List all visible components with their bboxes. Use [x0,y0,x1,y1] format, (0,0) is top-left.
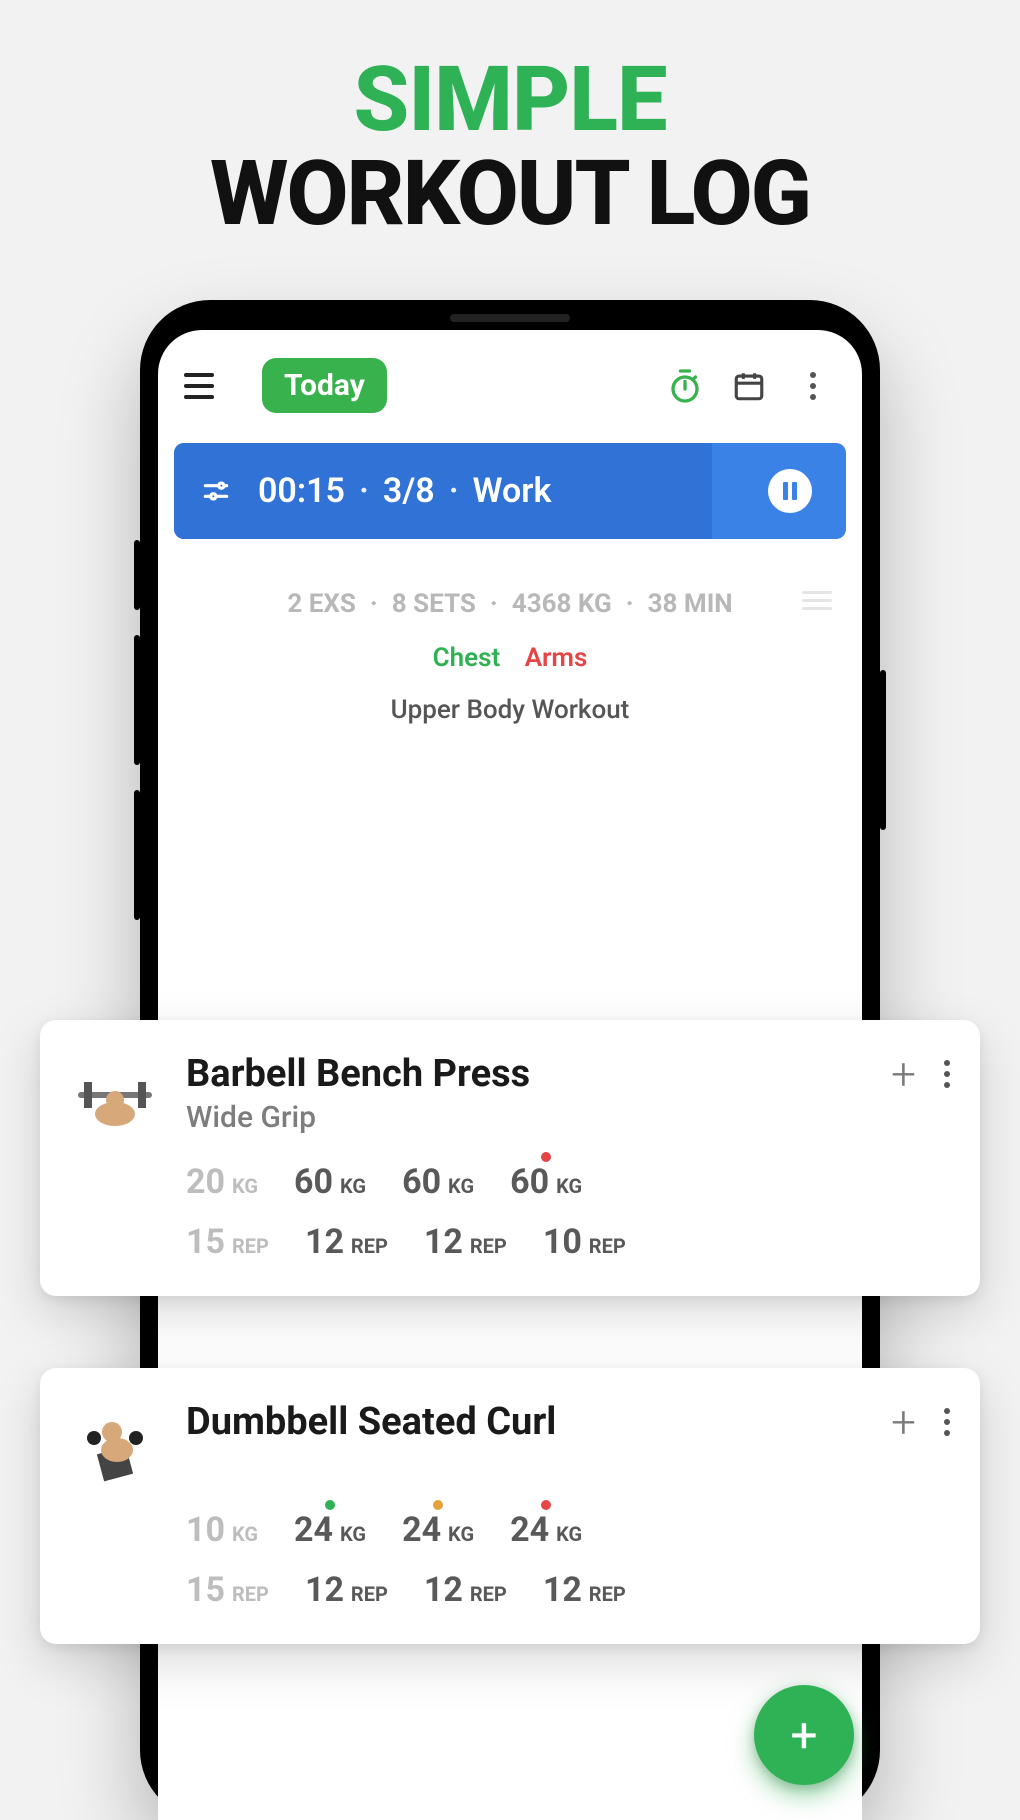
tag-arms: Arms [525,643,588,673]
routine-name: Upper Body Workout [158,695,862,725]
summary-duration: 38 MIN [648,589,733,619]
timer-phase: Work [473,471,552,511]
summary-volume: 4368 KG [512,589,612,619]
phone-side-button [134,540,140,610]
exercise-name: Dumbbell Seated Curl [186,1400,556,1444]
phone-side-button [134,790,140,920]
sliders-icon[interactable] [200,475,232,507]
more-icon[interactable] [944,1060,950,1088]
phone-side-button [880,670,886,830]
sets-row-reps: 15 REP 12 REP 12 REP 12 REP [186,1570,950,1610]
add-exercise-fab[interactable]: + [754,1685,854,1785]
tag-chest: Chest [433,643,501,673]
summary-exs: 2 EXS [287,589,356,619]
exercise-thumbnail [70,1052,160,1142]
summary-sets: 8 SETS [392,589,476,619]
phone-speaker [450,314,570,322]
headline-line1: SIMPLE [0,55,1020,145]
exercise-card[interactable]: Barbell Bench Press Wide Grip + 20 KG 60… [40,1020,980,1296]
pr-marker-icon [325,1500,335,1510]
pr-marker-icon [433,1500,443,1510]
marketing-headline: SIMPLE WORKOUT LOG [0,0,1020,239]
add-set-button[interactable]: + [891,1052,916,1096]
exercise-variant: Wide Grip [186,1100,530,1135]
drag-handle-icon[interactable] [802,591,832,610]
sets-row-reps: 15 REP 12 REP 12 REP 10 REP [186,1222,950,1262]
menu-button[interactable] [184,366,224,406]
sets-row-weight: 20 KG 60 KG 60 KG 60 KG [186,1162,950,1202]
more-icon[interactable] [944,1408,950,1436]
exercise-card[interactable]: Dumbbell Seated Curl + 10 KG 24 KG 24 KG… [40,1368,980,1644]
more-icon[interactable] [790,363,836,409]
exercise-name: Barbell Bench Press [186,1052,530,1096]
calendar-icon[interactable] [726,363,772,409]
today-button[interactable]: Today [262,358,387,413]
exercise-thumbnail [70,1400,160,1490]
add-set-button[interactable]: + [891,1400,916,1444]
interval-timer-bar[interactable]: 00:15 · 3/8 · Work [174,443,846,539]
pause-button[interactable] [768,469,812,513]
timer-round: 3/8 [383,471,435,511]
stopwatch-icon[interactable] [662,363,708,409]
pr-marker-icon [541,1152,551,1162]
timer-time: 00:15 [258,471,345,511]
headline-line2: WORKOUT LOG [0,149,1020,239]
muscle-tags: Chest Arms [158,643,862,673]
workout-summary: 2 EXS· 8 SETS· 4368 KG· 38 MIN [158,589,862,619]
sets-row-weight: 10 KG 24 KG 24 KG 24 KG [186,1510,950,1550]
app-bar: Today [158,330,862,431]
pr-marker-icon [541,1500,551,1510]
phone-side-button [134,635,140,765]
